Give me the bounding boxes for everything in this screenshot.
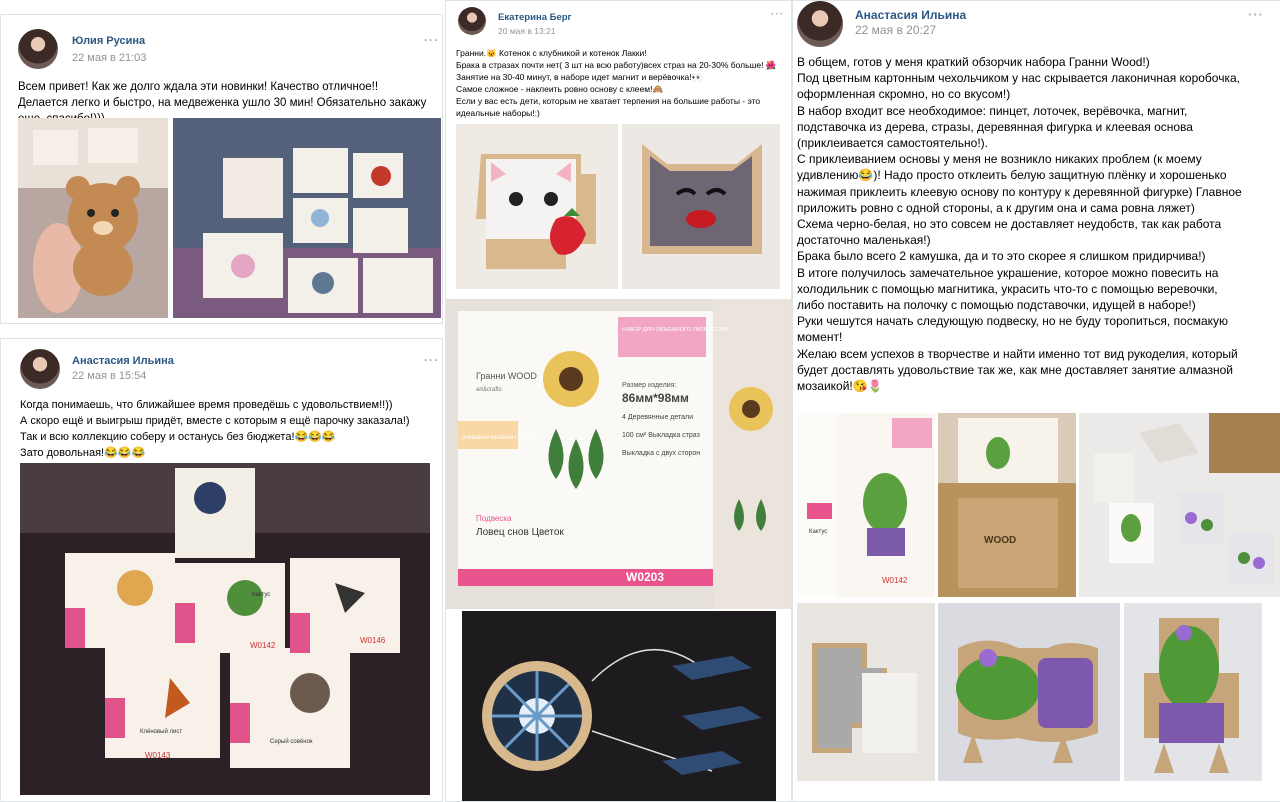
size-label: Размер изделия: xyxy=(622,382,677,389)
photo-kitten-lucky-image xyxy=(622,124,780,289)
more-options-icon[interactable]: ··· xyxy=(424,33,439,47)
post-text: В общем, готов у меня краткий обзорчик н… xyxy=(797,55,1242,394)
post-author[interactable]: Анастасия Ильина xyxy=(855,8,966,22)
post-photo[interactable]: Кактус Клёновый лист Серый совёнок W0142… xyxy=(20,463,430,795)
post-date[interactable]: 22 мая в 20:27 xyxy=(855,23,936,37)
post-photo[interactable] xyxy=(18,118,168,318)
post-card: Анастасия Ильина 22 мая в 20:27 ··· В об… xyxy=(792,0,1280,802)
photo-cactus-side-image xyxy=(938,603,1120,781)
stones-label: 100 см² Выкладка страз xyxy=(622,432,700,439)
photo-box-open-image: WOOD xyxy=(938,413,1076,597)
post-photo[interactable] xyxy=(622,124,780,289)
post-photo[interactable] xyxy=(1079,413,1280,597)
avatar[interactable] xyxy=(20,349,60,389)
product-name: Ловец снов Цветок xyxy=(476,527,564,538)
box-brand: WOOD xyxy=(984,535,1016,546)
photo-kits-image xyxy=(173,118,441,318)
photo-kitten-strawberry-image xyxy=(456,124,618,289)
post-author[interactable]: Анастасия Ильина xyxy=(72,355,174,367)
product-code: W0203 xyxy=(626,570,664,584)
post-author[interactable]: Юлия Русина xyxy=(72,35,145,47)
photo-collection-image: Кактус Клёновый лист Серый совёнок W0142… xyxy=(20,463,430,795)
post-photo[interactable] xyxy=(456,124,618,289)
kit-code: W0142 xyxy=(882,576,908,585)
photo-kit-contents-image xyxy=(1079,413,1280,597)
post-photo[interactable] xyxy=(938,603,1120,781)
kit-label-cactus: Кактус xyxy=(809,529,827,535)
photo-wood-piece-image xyxy=(797,603,935,781)
photo-dreamcatcher-image xyxy=(462,611,776,801)
brand-label: Гранни WOOD xyxy=(476,371,537,381)
post-photo[interactable]: Кактус W0142 xyxy=(797,413,935,597)
parts-label: 4 Деревянные детали xyxy=(622,414,693,421)
post-card: Юлия Русина 22 мая в 21:03 ··· Всем прив… xyxy=(0,14,443,324)
post-text: Гранни.🐱 Котенок с клубникой и котенок Л… xyxy=(456,48,777,118)
post-author[interactable]: Екатерина Берг xyxy=(498,12,572,23)
post-text: Когда понимаешь, что ближайшее время про… xyxy=(20,399,410,459)
kit-code: W0143 xyxy=(145,751,171,760)
avatar[interactable] xyxy=(18,29,58,69)
sides-label: Выкладка с двух сторон xyxy=(622,450,700,457)
post-photo[interactable] xyxy=(462,611,776,801)
avatar[interactable] xyxy=(797,1,843,47)
more-options-icon[interactable]: ··· xyxy=(424,353,439,367)
avatar[interactable] xyxy=(458,7,486,35)
post-card: Екатерина Берг 20 мая в 13:21 ··· Гранни… xyxy=(445,0,792,802)
photo-bear-image xyxy=(18,118,168,318)
post-photo[interactable] xyxy=(797,603,935,781)
kit-label-cactus: Кактус xyxy=(252,592,270,598)
post-card: Анастасия Ильина 22 мая в 15:54 ··· Когд… xyxy=(0,338,443,802)
post-date[interactable]: 22 мая в 21:03 xyxy=(72,52,146,64)
more-options-icon[interactable]: ··· xyxy=(1248,7,1264,22)
kit-label-owl: Серый совёнок xyxy=(270,738,313,745)
subbrand-label: art&crafts xyxy=(476,387,502,393)
post-photo[interactable]: WOOD xyxy=(938,413,1076,597)
kit-type-label: НАБОР ДЛЯ ОБЪЕМНОГО ТВОРЧЕСТВА xyxy=(622,327,729,333)
post-date[interactable]: 20 мая в 13:21 xyxy=(498,26,556,36)
more-options-icon[interactable]: ··· xyxy=(771,9,784,20)
photo-product-box-image: Гранни WOOD art&crafts НАБОР ДЛЯ ОБЪЕМНО… xyxy=(446,299,791,609)
product-type: Подвеска xyxy=(476,514,512,523)
size-value: 86мм*98мм xyxy=(622,391,689,405)
photo-cactus-front-image xyxy=(1124,603,1262,781)
post-photo[interactable] xyxy=(1124,603,1262,781)
post-date[interactable]: 22 мая в 15:54 xyxy=(72,370,146,382)
tagline-label: алмазная мозаика+ дерево xyxy=(462,435,539,441)
post-photo[interactable]: Гранни WOOD art&crafts НАБОР ДЛЯ ОБЪЕМНО… xyxy=(446,299,791,609)
kit-label-maple: Клёновый лист xyxy=(140,728,182,735)
photo-cactus-box-image: Кактус W0142 xyxy=(797,413,935,597)
post-photo[interactable] xyxy=(173,118,441,318)
kit-code: W0142 xyxy=(250,641,276,650)
kit-code: W0146 xyxy=(360,636,386,645)
